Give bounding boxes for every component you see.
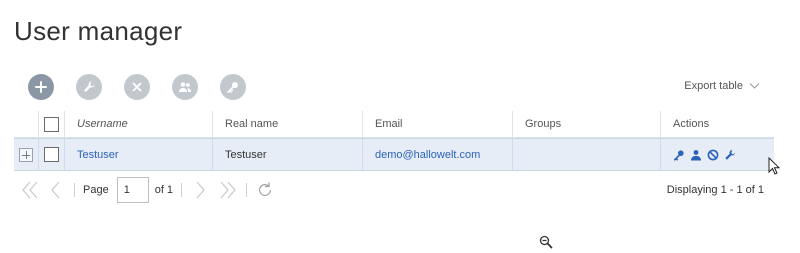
users-icon <box>179 82 192 92</box>
user-icon[interactable] <box>690 149 702 161</box>
header-expander-cell <box>14 111 39 137</box>
username-link[interactable]: Testuser <box>77 149 119 161</box>
previous-page-button[interactable] <box>46 178 66 202</box>
pager-divider <box>74 183 75 197</box>
last-page-button[interactable] <box>218 178 238 202</box>
cell-username: Testuser <box>65 139 213 170</box>
row-actions <box>673 149 736 161</box>
row-select-checkbox[interactable] <box>44 147 59 162</box>
column-header-email[interactable]: Email <box>363 111 513 137</box>
first-page-button[interactable] <box>20 178 40 202</box>
assign-groups-button[interactable] <box>172 74 198 100</box>
row-expander-cell <box>14 139 39 170</box>
column-header-actions: Actions <box>673 118 710 130</box>
column-header-username[interactable]: Username <box>65 111 213 137</box>
block-icon[interactable] <box>707 149 719 161</box>
close-icon <box>132 82 142 92</box>
chevron-left-icon <box>51 181 60 199</box>
key-icon[interactable] <box>673 149 685 161</box>
plus-icon <box>35 81 47 93</box>
page-count-label: of 1 <box>154 184 174 196</box>
header-select-all-cell <box>39 111 65 137</box>
user-grid: Username Real name Email Groups Actions … <box>14 111 774 171</box>
column-header-real-name[interactable]: Real name <box>213 111 363 137</box>
table-row[interactable]: Testuser Testuser demo@hallowelt.com <box>14 138 774 171</box>
double-chevron-right-icon <box>220 181 236 199</box>
expand-row-icon[interactable] <box>19 147 33 162</box>
pager-divider <box>181 183 183 197</box>
refresh-button[interactable] <box>255 178 275 202</box>
row-select-cell <box>39 139 65 170</box>
wrench-icon[interactable] <box>724 149 736 161</box>
key-icon <box>227 82 238 93</box>
displaying-count: Displaying 1 - 1 of 1 <box>666 184 764 196</box>
toolbar: Export table <box>28 74 788 100</box>
grid-header: Username Real name Email Groups Actions <box>14 111 774 138</box>
cell-actions <box>661 139 774 170</box>
pager-divider <box>246 183 248 197</box>
next-page-button[interactable] <box>190 178 210 202</box>
mouse-cursor-icon <box>768 157 780 175</box>
chevron-right-icon <box>196 181 205 199</box>
cell-real-name: Testuser <box>213 139 363 170</box>
refresh-icon <box>259 182 272 196</box>
export-table-button[interactable]: Export table <box>684 80 760 92</box>
export-table-label: Export table <box>684 80 743 92</box>
double-chevron-left-icon <box>22 181 38 199</box>
cell-groups <box>513 139 661 170</box>
email-link[interactable]: demo@hallowelt.com <box>375 149 480 161</box>
pagination-bar: Page of 1 Displaying 1 - 1 of 1 <box>14 176 774 204</box>
chevron-down-icon <box>749 83 760 89</box>
column-header-groups[interactable]: Groups <box>513 111 661 137</box>
delete-user-button[interactable] <box>124 74 150 100</box>
wrench-icon <box>84 81 95 92</box>
page-label: Page <box>83 184 109 196</box>
cell-email: demo@hallowelt.com <box>363 139 513 170</box>
page-number-input[interactable] <box>116 177 149 203</box>
page-title: User manager <box>14 16 183 46</box>
edit-user-button[interactable] <box>76 74 102 100</box>
select-all-checkbox[interactable] <box>44 116 59 132</box>
set-password-button[interactable] <box>220 74 246 100</box>
add-user-button[interactable] <box>28 74 54 100</box>
zoom-out-icon[interactable] <box>539 235 553 249</box>
